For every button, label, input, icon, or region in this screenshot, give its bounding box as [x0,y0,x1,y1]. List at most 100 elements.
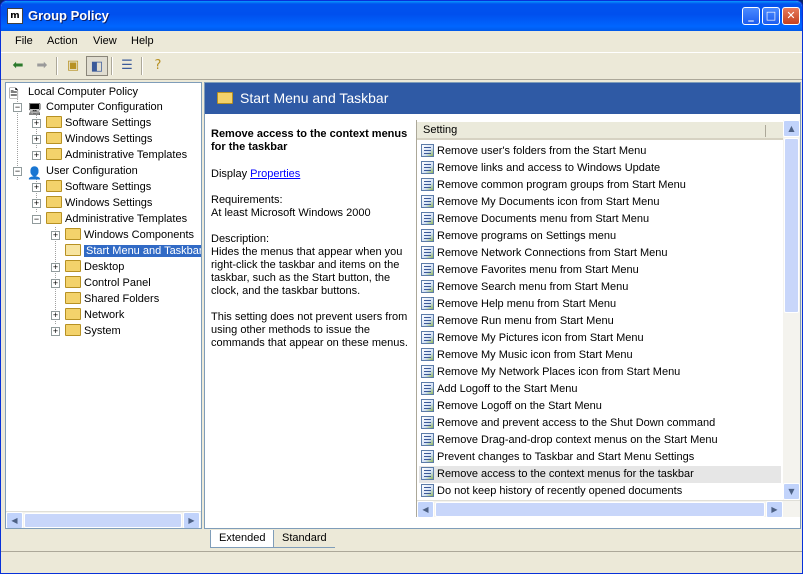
setting-row[interactable]: Remove Network Connections from Start Me… [419,245,781,262]
expand-expander[interactable]: + [32,199,41,208]
tree-node-user-windows-settings[interactable]: Windows Settings [46,195,152,211]
close-button[interactable]: ✕ [782,7,800,25]
up-one-level-button[interactable]: ▣ [62,56,84,76]
setting-row[interactable]: Remove My Network Places icon from Start… [419,364,781,381]
tree-node-user-administrative-templates[interactable]: Administrative Templates [46,211,187,227]
setting-row[interactable]: Remove My Pictures icon from Start Menu [419,330,781,347]
expand-expander[interactable]: + [32,119,41,128]
setting-row[interactable]: Remove user's folders from the Start Men… [419,143,781,160]
tab-standard[interactable]: Standard [274,530,335,548]
tree-node-start-menu-and-taskbar[interactable]: Start Menu and Taskbar [65,243,201,259]
tree-node-windows-components[interactable]: Windows Components [65,227,194,243]
scroll-right-button[interactable]: ▶ [183,512,200,528]
forward-button[interactable]: ➡ [31,56,53,76]
properties-link[interactable]: Properties [250,168,300,180]
setting-row[interactable]: Remove Logoff on the Start Menu [419,398,781,415]
group-policy-window: m Group Policy _ □ ✕ File Action View He… [0,0,803,574]
tree-horizontal-scrollbar[interactable]: ◀ ▶ [6,511,201,528]
tree-node-desktop[interactable]: Desktop [65,259,124,275]
tree-node-software-settings[interactable]: Software Settings [46,115,151,131]
expand-expander[interactable]: + [32,183,41,192]
folder-icon [46,196,62,208]
setting-row[interactable]: Remove Search menu from Start Menu [419,279,781,296]
setting-row[interactable]: Remove links and access to Windows Updat… [419,160,781,177]
display-properties-line: Display Properties [211,168,409,181]
setting-row[interactable]: Remove common program groups from Start … [419,177,781,194]
collapse-expander[interactable]: − [13,167,22,176]
scroll-left-button[interactable]: ◀ [6,512,23,528]
minimize-button[interactable]: _ [742,7,760,25]
setting-label: Prevent changes to Taskbar and Start Men… [437,451,695,463]
policy-title: Remove access to the context menus for t… [211,128,408,153]
setting-row[interactable]: Remove Documents menu from Start Menu [419,211,781,228]
toolbar-separator [56,57,58,75]
setting-row[interactable]: Remove and prevent access to the Shut Do… [419,415,781,432]
chevron-left-icon: ◀ [11,516,18,525]
setting-label: Remove My Pictures icon from Start Menu [437,332,644,344]
scroll-up-button[interactable]: ▲ [783,120,800,137]
column-header-setting[interactable]: Setting [417,122,783,140]
setting-label: Remove Network Connections from Start Me… [437,247,668,259]
show-hide-tree-button[interactable]: ◧ [86,56,108,76]
tree-node-user-configuration[interactable]: 👤 User Configuration [27,163,138,180]
title-bar[interactable]: m Group Policy _ □ ✕ [1,1,802,31]
menu-action[interactable]: Action [47,35,78,47]
setting-row[interactable]: Remove My Documents icon from Start Menu [419,194,781,211]
expand-expander[interactable]: + [51,279,60,288]
tree-node-shared-folders[interactable]: Shared Folders [65,291,159,307]
setting-row[interactable]: Prevent changes to Taskbar and Start Men… [419,449,781,466]
tree-node-administrative-templates[interactable]: Administrative Templates [46,147,187,163]
description-block: Description: Hides the menus that appear… [211,233,409,298]
back-button[interactable]: ⬅ [7,56,29,76]
collapse-expander[interactable]: − [32,215,41,224]
setting-row[interactable]: Add Logoff to the Start Menu [419,381,781,398]
expand-expander[interactable]: + [51,311,60,320]
setting-label: Remove Help menu from Start Menu [437,298,617,310]
expand-expander[interactable]: + [51,263,60,272]
setting-row[interactable]: Remove access to the context menus for t… [419,466,781,483]
policy-setting-icon [421,229,434,242]
column-separator[interactable] [765,125,766,137]
setting-row[interactable]: Remove programs on Settings menu [419,228,781,245]
setting-row[interactable]: Remove Favorites menu from Start Menu [419,262,781,279]
requirements-value: At least Microsoft Windows 2000 [211,207,371,219]
tree-node-computer-configuration[interactable]: 🖥 Computer Configuration [27,99,163,116]
tree-node-control-panel[interactable]: Control Panel [65,275,151,291]
settings-horizontal-scrollbar[interactable]: ◀ ▶ [417,500,800,518]
scroll-down-button[interactable]: ▼ [783,483,800,500]
help-button[interactable]: ? [147,56,169,76]
scroll-left-button[interactable]: ◀ [417,501,434,518]
setting-row[interactable]: Remove My Music icon from Start Menu [419,347,781,364]
tree-node-network[interactable]: Network [65,307,124,323]
maximize-button[interactable]: □ [762,7,780,25]
expand-expander[interactable]: + [32,151,41,160]
scroll-thumb[interactable] [24,513,182,528]
scroll-thumb[interactable] [435,502,765,517]
menu-file[interactable]: File [15,35,33,47]
display-prefix: Display [211,168,248,180]
scroll-right-button[interactable]: ▶ [766,501,783,518]
gpedit-icon: m [7,8,23,24]
expand-expander[interactable]: + [51,231,60,240]
tree-node-local-computer-policy[interactable]: 🗎 Local Computer Policy [9,84,138,101]
tree-node-user-software-settings[interactable]: Software Settings [46,179,151,195]
setting-row[interactable]: Remove Help menu from Start Menu [419,296,781,313]
details-header: Start Menu and Taskbar [205,83,800,115]
tab-extended[interactable]: Extended [210,530,275,548]
policy-setting-icon [421,212,434,225]
menu-help[interactable]: Help [131,35,154,47]
setting-label: Remove Documents menu from Start Menu [437,213,650,225]
details-pane: Start Menu and Taskbar Remove access to … [204,82,801,529]
export-list-button[interactable]: ☰ [116,56,138,76]
menu-view[interactable]: View [93,35,117,47]
setting-row[interactable]: Remove Drag-and-drop context menus on th… [419,432,781,449]
scroll-thumb[interactable] [784,138,799,313]
tree-node-system[interactable]: System [65,323,121,339]
settings-vertical-scrollbar[interactable]: ▲ ▼ [783,120,800,517]
setting-row[interactable]: Remove Run menu from Start Menu [419,313,781,330]
expand-expander[interactable]: + [32,135,41,144]
collapse-expander[interactable]: − [13,103,22,112]
setting-row[interactable]: Do not keep history of recently opened d… [419,483,781,500]
tree-node-windows-settings[interactable]: Windows Settings [46,131,152,147]
expand-expander[interactable]: + [51,327,60,336]
